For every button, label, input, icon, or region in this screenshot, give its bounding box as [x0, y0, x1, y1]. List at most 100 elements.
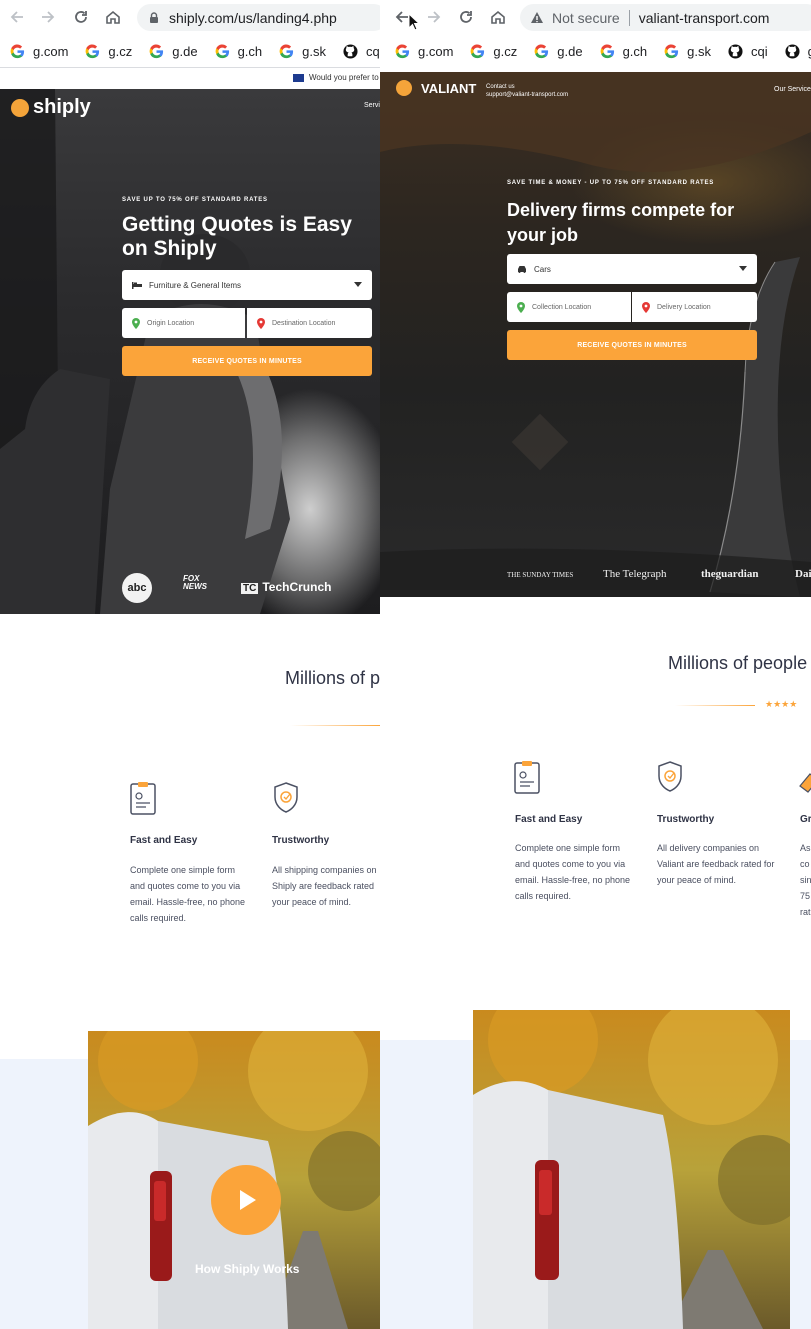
bookmark-g-cz[interactable]: g.cz: [470, 44, 517, 59]
destination-input[interactable]: Destination Location: [247, 308, 372, 338]
address-bar[interactable]: shiply.com/us/landing4.php: [137, 4, 380, 31]
section-divider: [290, 725, 380, 726]
bookmark-g-ch[interactable]: g.ch: [600, 44, 647, 59]
collection-placeholder: Collection Location: [532, 303, 592, 311]
video-thumbnail[interactable]: How Shiply Works: [88, 1031, 380, 1329]
feature-title-third: Gr: [800, 814, 811, 825]
reload-icon: [460, 11, 472, 23]
google-icon: [664, 43, 679, 58]
bookmark-label: g.com: [33, 43, 69, 59]
hero-kicker: SAVE TIME & MONEY - UP TO 75% OFF STANDA…: [507, 180, 715, 186]
browser-chrome: Not secure valiant-transport.com g.com g.…: [380, 0, 811, 72]
item-category-select[interactable]: Furniture & General Items: [122, 270, 372, 300]
feature-text-third: As co sin 75 rat: [800, 843, 811, 917]
bookmark-g-sk[interactable]: g.sk: [664, 44, 711, 59]
rating-stars: ★★★★: [765, 699, 798, 709]
contact-email[interactable]: support@valiant-transport.com: [486, 91, 568, 99]
shiply-window: shiply.com/us/landing4.php g.com g.cz g.de…: [0, 0, 380, 1329]
shield-icon: [274, 782, 298, 813]
valiant-logo[interactable]: VALIANT: [396, 80, 476, 96]
bookmark-label: g.de: [172, 43, 198, 59]
bed-icon: [132, 282, 142, 289]
chevron-down-icon: [354, 282, 362, 287]
feature-text-fast-easy: Complete one simple form and quotes come …: [515, 843, 631, 901]
locale-banner-text: Would you prefer to: [309, 73, 379, 82]
play-button[interactable]: [211, 1165, 281, 1235]
hero-kicker: SAVE UP TO 75% OFF STANDARD RATES: [122, 197, 268, 203]
shiply-logo-text: shiply: [33, 96, 91, 118]
bookmark-g-com[interactable]: g.com: [395, 44, 453, 59]
arrow-left-icon: [10, 11, 23, 23]
hero-section: shiply Servi SAVE UP TO 75% OFF STANDARD…: [0, 89, 380, 614]
clipboard-icon: [514, 761, 540, 794]
bookmark-g-com[interactable]: g.com: [10, 44, 68, 59]
bookmark-g[interactable]: g: [785, 44, 811, 59]
contact-label: Contact us: [486, 84, 515, 90]
google-icon: [86, 43, 100, 58]
shiply-logo[interactable]: shiply: [11, 96, 91, 119]
services-menu[interactable]: Servi: [364, 102, 380, 109]
google-icon: [149, 43, 164, 58]
bookmark-label: cqi: [750, 43, 768, 59]
arrow-right-icon: [428, 11, 441, 23]
arrow-right-icon: [42, 11, 55, 23]
shiply-logo-icon: [11, 98, 29, 117]
hero-headline: Delivery firms compete for your job: [507, 200, 735, 245]
bookmark-label: g: [808, 44, 811, 59]
back-button[interactable]: [6, 6, 28, 28]
reload-button[interactable]: [70, 6, 92, 28]
address-separator: [628, 9, 630, 26]
delivery-input[interactable]: Delivery Location: [632, 292, 757, 322]
bookmark-g-ch[interactable]: g.ch: [215, 43, 262, 59]
home-button[interactable]: [487, 6, 509, 28]
vehicle-type-select[interactable]: Cars: [507, 254, 757, 284]
home-button[interactable]: [102, 6, 124, 28]
browser-chrome: shiply.com/us/landing4.php g.com g.cz g.de…: [0, 0, 380, 72]
our-service-menu[interactable]: Our Service: [774, 86, 811, 93]
bookmark-cqi[interactable]: cqi: [728, 44, 768, 59]
valiant-logo-text: VALIANT: [421, 80, 477, 96]
forward-button[interactable]: [423, 6, 445, 28]
hero-section: VALIANT Contact us support@valiant-trans…: [380, 72, 811, 597]
google-icon: [395, 43, 410, 58]
github-icon: [343, 43, 358, 59]
google-icon: [215, 43, 229, 58]
bookmark-g-de[interactable]: g.de: [534, 43, 583, 59]
daily-logo: Dai: [795, 568, 811, 580]
video-thumbnail[interactable]: [473, 1010, 790, 1329]
receive-quotes-button[interactable]: RECEIVE QUOTES IN MINUTES: [507, 330, 757, 360]
bookmark-label: g.com: [418, 43, 454, 59]
collection-input[interactable]: Collection Location: [507, 292, 631, 322]
bookmark-label: g.cz: [493, 43, 518, 59]
lock-icon: [150, 11, 158, 23]
delivery-placeholder: Delivery Location: [657, 303, 711, 311]
forward-button[interactable]: [37, 6, 59, 28]
warning-icon: [531, 11, 543, 23]
bookmark-label: cq: [365, 43, 380, 59]
destination-pin-icon: [257, 317, 265, 329]
feature-title-trustworthy: Trustworthy: [272, 835, 330, 846]
github-icon: [728, 43, 743, 59]
bookmark-g-cz[interactable]: g.cz: [85, 44, 132, 59]
feature-text-fast-easy: Complete one simple form and quotes come …: [130, 865, 246, 923]
bookmark-g-de[interactable]: g.de: [149, 43, 198, 59]
bookmark-label: g.cz: [108, 43, 133, 59]
url-text: valiant-transport.com: [638, 9, 770, 26]
play-icon: [240, 1190, 256, 1210]
origin-input[interactable]: Origin Location: [122, 308, 245, 338]
contact-block[interactable]: Contact us support@valiant-transport.com: [486, 83, 568, 99]
locale-banner[interactable]: Would you prefer to: [293, 73, 379, 82]
home-icon: [491, 10, 505, 24]
item-category-value: Furniture & General Items: [149, 280, 242, 290]
reload-button[interactable]: [455, 6, 477, 28]
feature-text-trustworthy: All delivery companies on Valiant are fee…: [657, 843, 775, 885]
guardian-logo: theguardian: [701, 568, 759, 580]
bookmark-label: g.sk: [302, 43, 326, 59]
feature-title-trustworthy: Trustworthy: [657, 814, 715, 825]
receive-quotes-button[interactable]: RECEIVE QUOTES IN MINUTES: [122, 346, 372, 376]
bookmark-label: g.de: [557, 43, 583, 59]
bookmark-cq[interactable]: cq: [343, 44, 380, 59]
address-bar[interactable]: Not secure valiant-transport.com: [520, 4, 811, 31]
feature-title-fast-easy: Fast and Easy: [130, 835, 198, 846]
bookmark-g-sk[interactable]: g.sk: [279, 44, 326, 59]
